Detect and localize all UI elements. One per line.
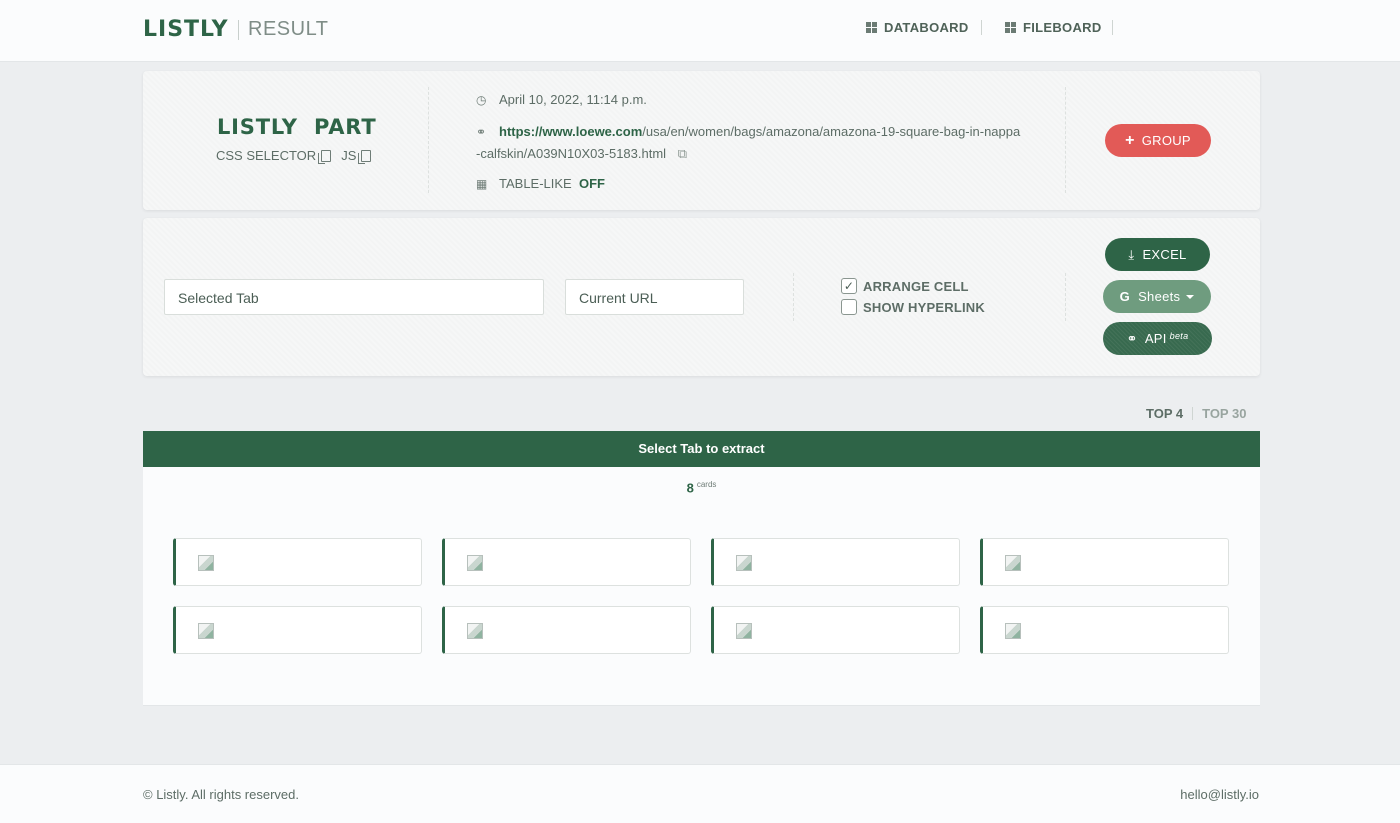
nav-databoard-label: DATABOARD — [884, 20, 969, 35]
download-icon: ⤓ — [1128, 246, 1135, 262]
arrange-cell-label: ARRANGE CELL — [863, 278, 969, 294]
footer: © Listly. All rights reserved. hello@lis… — [0, 764, 1400, 823]
nav-divider — [981, 20, 982, 35]
table-icon: ▦ — [476, 177, 488, 191]
url-host[interactable]: https://www.loewe.com — [499, 124, 642, 139]
broken-image-icon — [467, 623, 483, 639]
chevron-down-icon — [1186, 294, 1195, 299]
show-hyperlink-label: SHOW HYPERLINK — [863, 299, 985, 315]
checkmark-icon: ✓ — [841, 278, 857, 294]
group-button-label: GROUP — [1141, 133, 1191, 148]
plus-icon: + — [1125, 131, 1135, 149]
broken-image-icon — [736, 555, 752, 571]
broken-image-icon — [736, 623, 752, 639]
result-card[interactable] — [711, 606, 960, 654]
tab-divider — [1192, 407, 1194, 420]
result-card[interactable] — [711, 538, 960, 586]
link-icon: ⚭ — [476, 125, 487, 139]
card-count-unit: cards — [696, 480, 717, 489]
current-url-field[interactable]: Current URL — [565, 279, 744, 315]
card-count: 8 cards — [143, 480, 1260, 495]
link-icon: ⚭ — [1126, 330, 1138, 346]
grid-icon — [866, 22, 877, 33]
selected-tab-field[interactable]: Selected Tab — [164, 279, 544, 315]
tab-top-4[interactable]: TOP 4 — [1146, 406, 1183, 421]
extract-date: ◷ April 10, 2022, 11:14 p.m. — [476, 92, 647, 107]
excel-download-button[interactable]: ⤓ EXCEL — [1105, 238, 1210, 271]
export-panel: Selected Tab Current URL ✓ ARRANGE CELL … — [143, 218, 1260, 376]
broken-image-icon — [467, 555, 483, 571]
beta-badge: beta — [1169, 330, 1189, 341]
broken-image-icon — [1005, 623, 1021, 639]
top-count-tabs: TOP 4 TOP 30 — [1146, 406, 1246, 421]
selector-links: CSS SELECTOR JS — [216, 148, 376, 164]
divider — [1065, 87, 1066, 193]
divider — [793, 273, 794, 321]
arrange-cell-checkbox[interactable]: ✓ ARRANGE CELL — [841, 278, 969, 294]
result-card[interactable] — [173, 606, 422, 654]
checkbox-empty-icon — [841, 299, 857, 315]
page-title: RESULT — [248, 18, 329, 40]
copy-icon[interactable] — [318, 149, 332, 164]
source-url[interactable]: ⚭ https://www.loewe.com/usa/en/women/bags… — [476, 121, 1021, 165]
card-count-value: 8 — [686, 480, 694, 496]
result-card[interactable] — [442, 606, 691, 654]
google-icon: G — [1119, 289, 1131, 304]
api-button-label: API — [1144, 331, 1167, 346]
tab-top-30[interactable]: TOP 30 — [1202, 406, 1246, 421]
js-label: JS — [341, 148, 357, 163]
part-title: LISTLY PART — [217, 115, 377, 139]
summary-panel: LISTLY PART CSS SELECTOR JS ◷ April 10, 2… — [143, 71, 1260, 210]
clock-icon: ◷ — [476, 93, 487, 107]
grid-icon — [1005, 22, 1016, 33]
broken-image-icon — [198, 555, 214, 571]
add-group-button[interactable]: + GROUP — [1105, 124, 1211, 157]
contact-email-link[interactable]: hello@listly.io — [1180, 787, 1259, 802]
api-button[interactable]: ⚭ API beta — [1103, 322, 1212, 355]
divider — [428, 87, 429, 193]
nav-databoard[interactable]: DATABOARD — [866, 20, 969, 35]
divider — [1065, 273, 1066, 321]
copy-icon[interactable] — [358, 149, 372, 164]
copyright-text: © Listly. All rights reserved. — [143, 787, 299, 802]
show-hyperlink-checkbox[interactable]: SHOW HYPERLINK — [841, 299, 985, 315]
result-card[interactable] — [442, 538, 691, 586]
table-like-status: ▦ TABLE-LIKE OFF — [476, 176, 605, 191]
result-area: Select Tab to extract 8 cards — [143, 431, 1260, 706]
table-like-value: OFF — [578, 176, 605, 191]
css-selector-label: CSS SELECTOR — [216, 148, 317, 163]
broken-image-icon — [198, 623, 214, 639]
table-like-label: TABLE-LIKE — [499, 176, 572, 191]
result-header: Select Tab to extract — [143, 431, 1260, 467]
listly-logo[interactable]: LISTLY — [143, 17, 229, 42]
excel-button-label: EXCEL — [1142, 247, 1187, 262]
external-link-icon[interactable]: ⧉ — [678, 146, 687, 161]
broken-image-icon — [1005, 555, 1021, 571]
result-card[interactable] — [980, 606, 1229, 654]
result-card[interactable] — [980, 538, 1229, 586]
logo-divider — [238, 20, 239, 40]
sheets-button-label: Sheets — [1138, 289, 1181, 304]
top-navbar: LISTLY RESULT DATABOARD FILEBOARD — [0, 0, 1400, 62]
result-card[interactable] — [173, 538, 422, 586]
date-text: April 10, 2022, 11:14 p.m. — [499, 92, 647, 107]
google-sheets-button[interactable]: G Sheets — [1103, 280, 1211, 313]
nav-divider — [1112, 20, 1113, 35]
nav-fileboard-label: FILEBOARD — [1023, 20, 1102, 35]
nav-fileboard[interactable]: FILEBOARD — [1005, 20, 1102, 35]
